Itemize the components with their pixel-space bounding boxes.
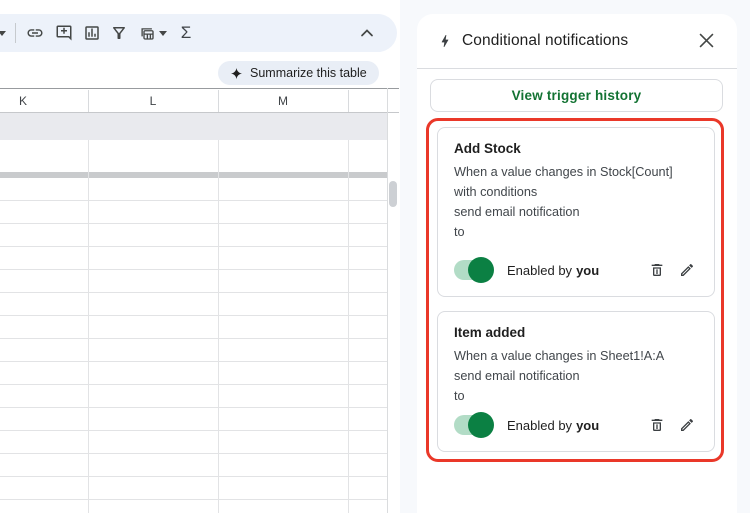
close-icon[interactable] <box>699 33 715 49</box>
chart-icon <box>83 24 101 42</box>
toolbar-overflow-caret-icon[interactable] <box>0 31 6 36</box>
edit-notification-button[interactable] <box>679 417 696 434</box>
toggle-knob <box>468 257 494 283</box>
screen: Σ Summarize this table K L M <box>0 0 750 513</box>
chevron-up-icon <box>360 29 374 37</box>
spreadsheet-area: Σ Summarize this table K L M <box>0 0 400 513</box>
enabled-toggle[interactable] <box>454 415 492 435</box>
sigma-icon: Σ <box>181 24 192 42</box>
view-trigger-history-button[interactable]: View trigger history <box>430 79 723 112</box>
enabled-toggle[interactable] <box>454 260 492 280</box>
column-header-k[interactable]: K <box>19 94 27 108</box>
vertical-scrollbar-thumb[interactable] <box>389 181 397 207</box>
insert-chart-button[interactable] <box>83 24 101 42</box>
pencil-icon <box>679 262 695 279</box>
summarize-table-chip[interactable]: Summarize this table <box>218 61 379 85</box>
filter-icon <box>110 24 128 42</box>
insert-link-button[interactable] <box>26 24 44 42</box>
notification-line: to <box>454 222 698 242</box>
notification-line: When a value changes in Stock[Count] <box>454 162 698 182</box>
toggle-knob <box>468 412 494 438</box>
pencil-icon <box>679 417 695 434</box>
toolbar-divider <box>15 23 16 43</box>
notification-line: to <box>454 386 698 406</box>
edit-notification-button[interactable] <box>679 262 696 279</box>
summarize-chip-label: Summarize this table <box>250 66 367 80</box>
table-icon <box>138 24 156 42</box>
link-icon <box>26 24 44 42</box>
sheet-grid-cells[interactable] <box>0 178 387 513</box>
notification-card: Item added When a value changes in Sheet… <box>437 311 715 452</box>
header-gridline <box>88 90 89 112</box>
notification-footer: Enabled byyou <box>454 256 698 284</box>
notification-line: When a value changes in Sheet1!A:A <box>454 346 698 366</box>
column-gridline <box>348 140 349 513</box>
header-gridline <box>348 90 349 112</box>
column-gridline <box>218 140 219 513</box>
notification-title: Add Stock <box>454 140 698 157</box>
create-filter-button[interactable] <box>110 24 128 42</box>
insert-comment-button[interactable] <box>55 24 73 42</box>
trash-icon <box>649 417 665 434</box>
frozen-row-band[interactable] <box>0 113 387 140</box>
sheets-toolbar: Σ <box>0 14 397 52</box>
column-gridline <box>88 140 89 513</box>
delete-notification-button[interactable] <box>649 417 666 434</box>
header-gridline <box>218 90 219 112</box>
table-caret-icon <box>159 31 167 36</box>
functions-button[interactable]: Σ <box>177 24 195 42</box>
enabled-status: Enabled byyou <box>507 418 599 433</box>
notification-footer: Enabled byyou <box>454 411 698 439</box>
column-header-m[interactable]: M <box>278 94 288 108</box>
panel-title: Conditional notifications <box>462 32 628 50</box>
notification-title: Item added <box>454 324 698 341</box>
sparkle-icon <box>230 67 243 80</box>
enabled-status: Enabled byyou <box>507 263 599 278</box>
column-header-l[interactable]: L <box>150 94 157 108</box>
table-tools-button[interactable] <box>137 24 167 42</box>
delete-notification-button[interactable] <box>649 262 666 279</box>
bolt-icon <box>437 33 453 49</box>
conditional-notifications-panel: Conditional notifications View trigger h… <box>417 14 737 513</box>
column-header-row: K L M <box>0 88 399 113</box>
notification-card: Add Stock When a value changes in Stock[… <box>437 127 715 297</box>
notification-line: send email notification <box>454 366 698 386</box>
add-comment-icon <box>55 24 73 42</box>
notification-line: with conditions <box>454 182 698 202</box>
trash-icon <box>649 262 665 279</box>
grid-right-edge <box>387 88 388 513</box>
panel-header: Conditional notifications <box>417 14 737 69</box>
notification-line: send email notification <box>454 202 698 222</box>
hide-menus-button[interactable] <box>359 25 375 41</box>
